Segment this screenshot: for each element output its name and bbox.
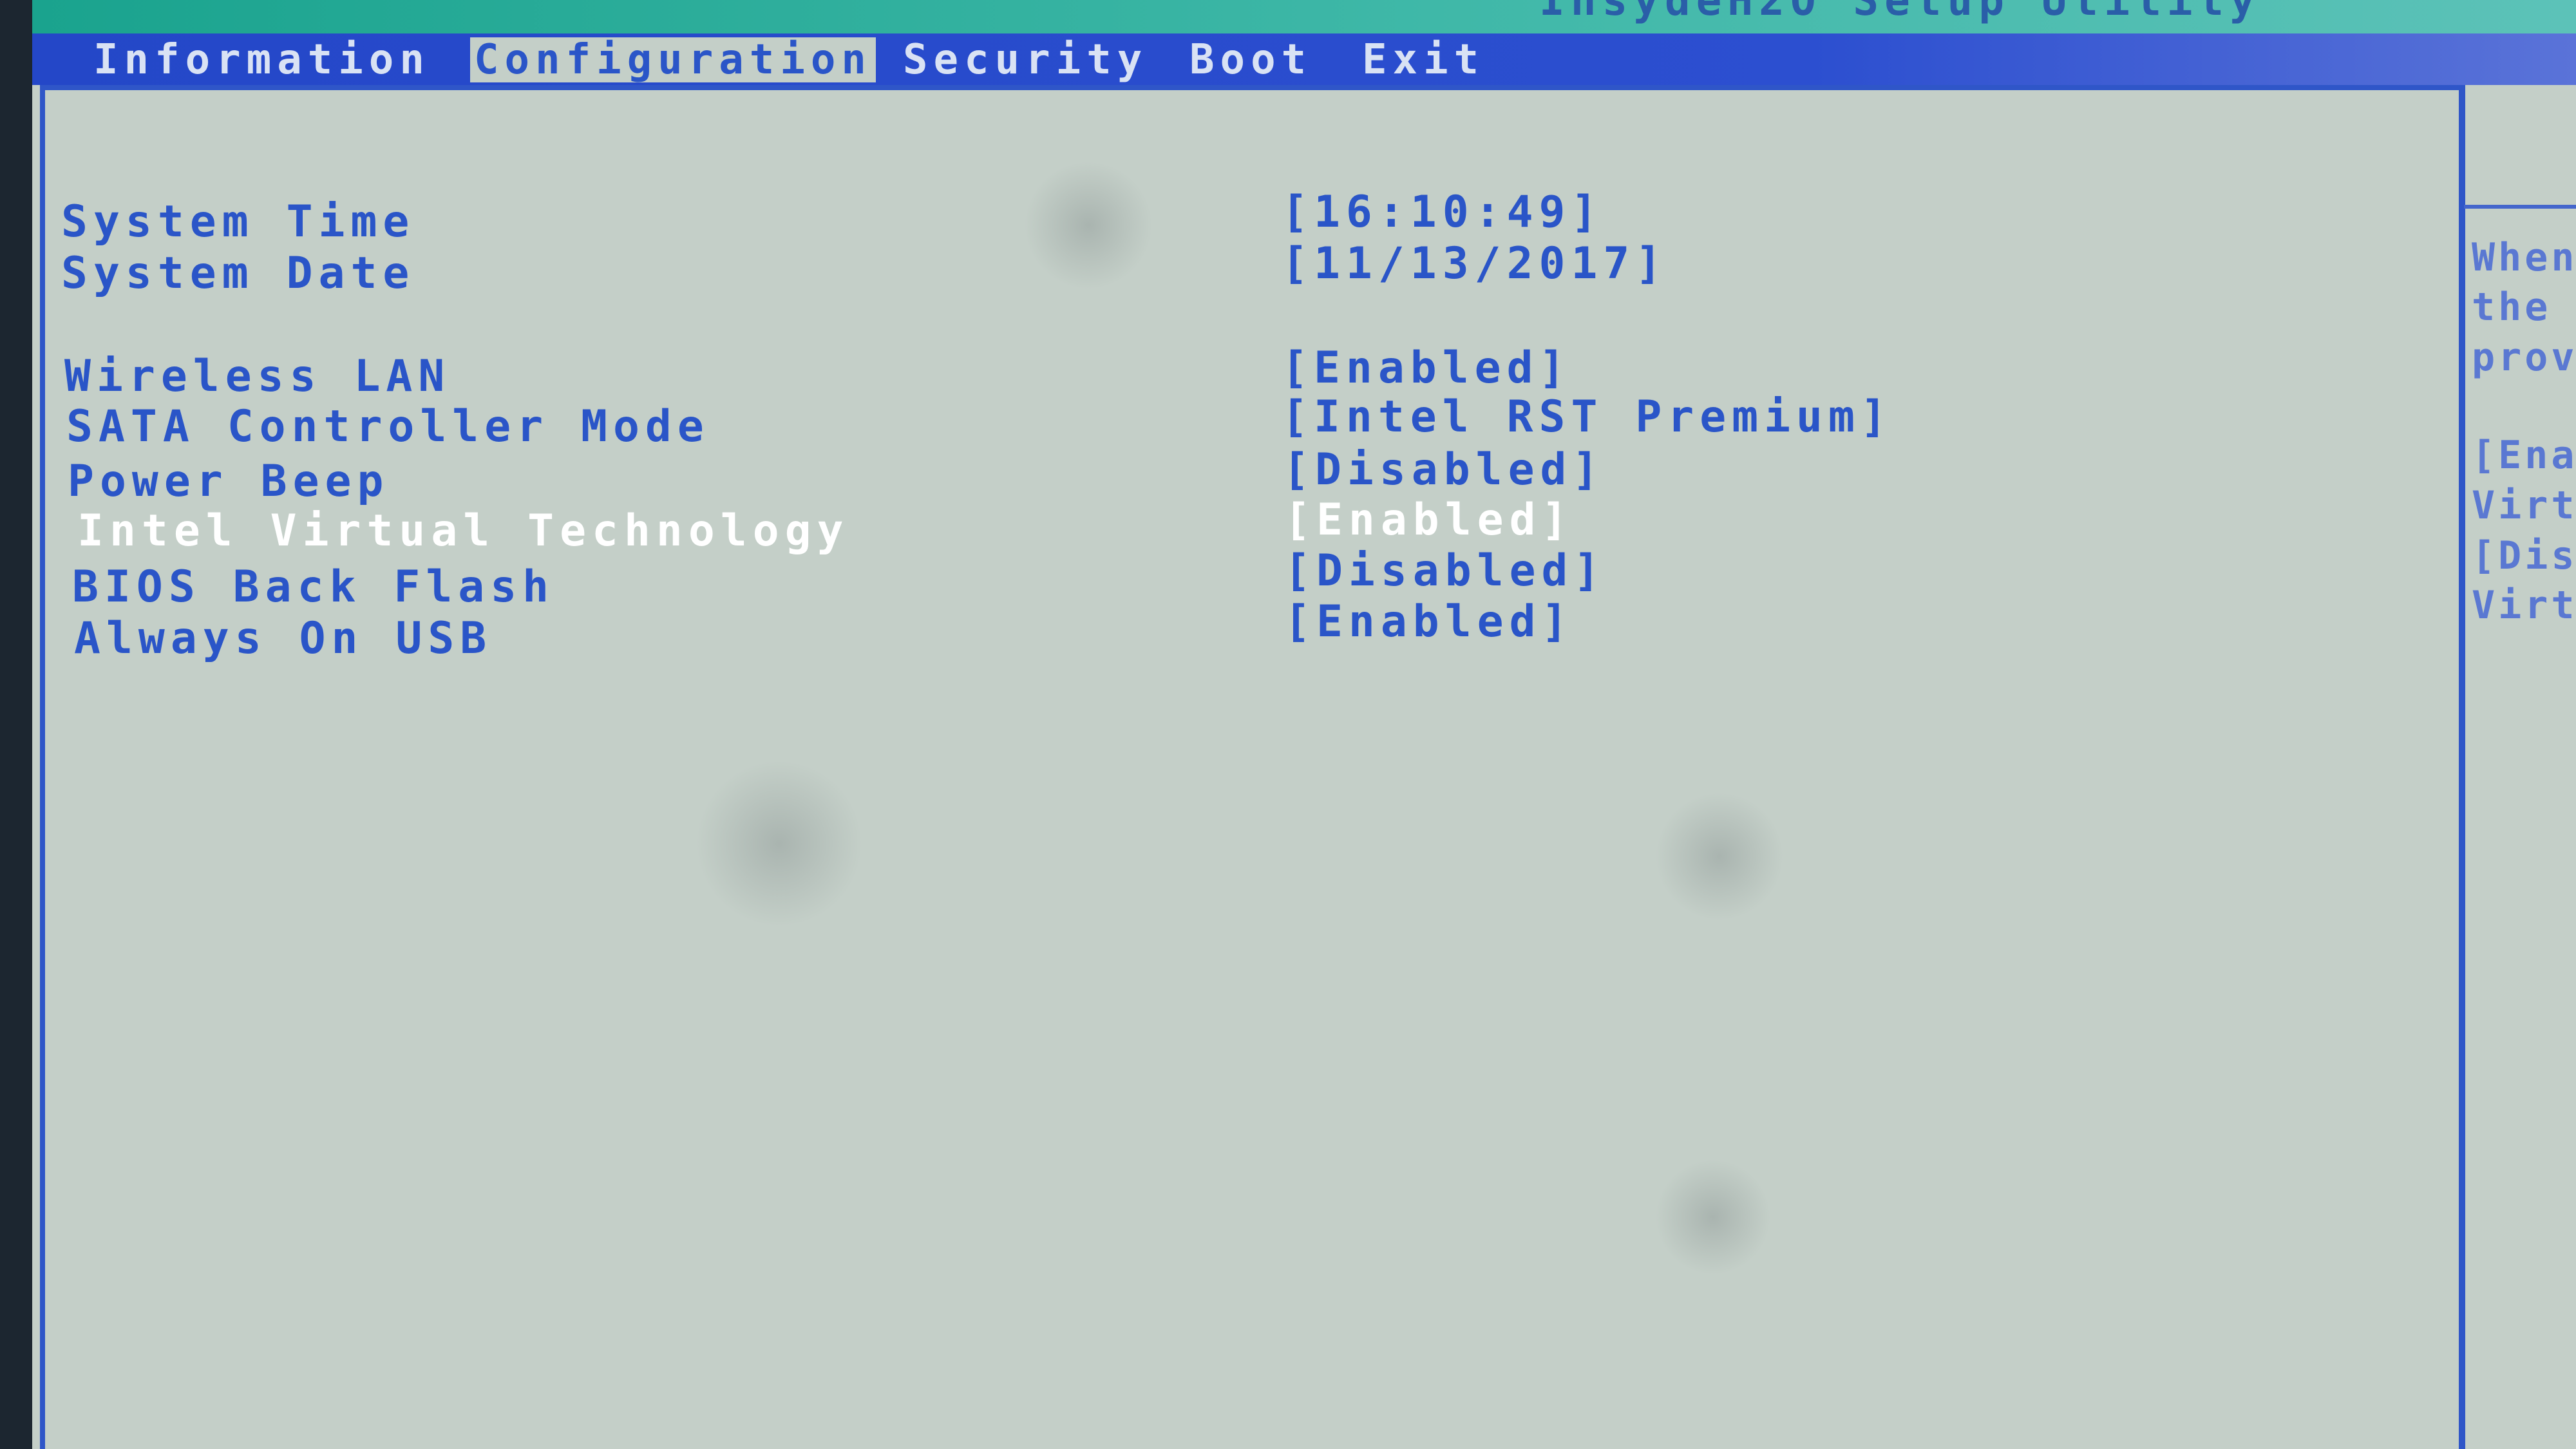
help-divider: [2459, 85, 2464, 1449]
setting-label-system-time[interactable]: System Time: [61, 196, 415, 247]
screen-smudge: [1024, 161, 1153, 290]
screen-smudge: [1655, 792, 1784, 921]
help-text-line: [Dis: [2472, 533, 2576, 578]
setting-value-sata-controller-mode[interactable]: [Intel RST Premium]: [1282, 392, 1893, 442]
help-text-line: [Ena: [2472, 433, 2576, 478]
title-bar: InsydeH2O Setup Utility: [32, 0, 2576, 33]
help-text-line: prov: [2472, 335, 2576, 380]
help-text-line: When: [2472, 235, 2576, 280]
menu-bar: Information Configuration Security Boot …: [32, 33, 2576, 85]
bios-screen: InsydeH2O Setup Utility Information Conf…: [32, 0, 2576, 1449]
tab-configuration[interactable]: Configuration: [470, 37, 876, 82]
screen-smudge: [696, 760, 863, 927]
help-text-line: Virt: [2472, 583, 2576, 628]
help-text-line: Virt: [2472, 483, 2576, 528]
tab-security[interactable]: Security: [903, 37, 1148, 82]
setting-value-intel-virtual-technology[interactable]: [Enabled]: [1284, 495, 1573, 545]
setting-label-intel-virtual-technology[interactable]: Intel Virtual Technology: [77, 506, 849, 556]
help-rule: [2464, 205, 2576, 209]
setting-label-always-on-usb[interactable]: Always On USB: [74, 613, 492, 664]
tab-exit[interactable]: Exit: [1362, 37, 1484, 82]
setting-value-power-beep[interactable]: [Disabled]: [1283, 444, 1604, 495]
tab-boot[interactable]: Boot: [1189, 37, 1312, 82]
setting-value-bios-back-flash[interactable]: [Disabled]: [1284, 545, 1605, 596]
setting-label-wireless-lan[interactable]: Wireless LAN: [64, 351, 450, 402]
setting-label-power-beep[interactable]: Power Beep: [68, 456, 389, 507]
utility-title: InsydeH2O Setup Utility: [1539, 0, 2261, 25]
setting-label-sata-controller-mode[interactable]: SATA Controller Mode: [66, 401, 710, 452]
screen-smudge: [1655, 1159, 1771, 1275]
setting-value-system-time[interactable]: [16:10:49]: [1282, 187, 1603, 238]
tab-information[interactable]: Information: [93, 37, 430, 82]
setting-value-system-date[interactable]: [11/13/2017]: [1282, 238, 1667, 289]
setting-value-always-on-usb[interactable]: [Enabled]: [1284, 596, 1573, 647]
setting-label-bios-back-flash[interactable]: BIOS Back Flash: [72, 562, 554, 612]
help-text-line: the: [2472, 285, 2552, 330]
setting-value-wireless-lan[interactable]: [Enabled]: [1282, 343, 1571, 393]
setting-label-system-date[interactable]: System Date: [61, 248, 415, 299]
